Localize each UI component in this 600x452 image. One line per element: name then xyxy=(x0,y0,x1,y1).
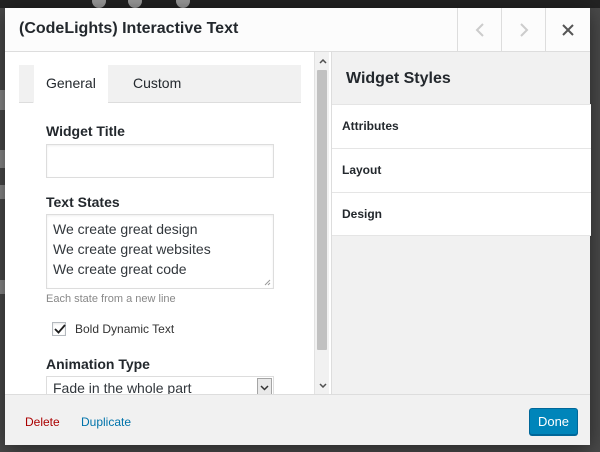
home-icon xyxy=(128,0,142,8)
text-states-label: Text States xyxy=(46,194,120,210)
text-states-textarea[interactable]: We create great design We create great w… xyxy=(46,214,274,289)
previous-button[interactable] xyxy=(457,8,501,51)
widget-styles-title: Widget Styles xyxy=(346,70,451,87)
widget-edit-dialog: (CodeLights) Interactive Text General Cu… xyxy=(5,8,591,445)
widget-title-label: Widget Title xyxy=(46,123,125,139)
duplicate-link[interactable]: Duplicate xyxy=(81,415,131,429)
scrollbar-thumb[interactable] xyxy=(317,70,327,350)
wordpress-icon xyxy=(92,0,106,8)
checkmark-icon xyxy=(54,324,66,334)
style-section-design[interactable]: Design xyxy=(332,192,591,236)
done-button[interactable]: Done xyxy=(529,408,578,435)
tab-custom[interactable]: Custom xyxy=(121,65,193,103)
close-button[interactable] xyxy=(545,8,590,51)
widget-title-input[interactable] xyxy=(46,144,274,178)
plus-icon xyxy=(176,0,190,8)
settings-tabs: General Custom xyxy=(19,65,301,103)
text-state-line: We create great code xyxy=(53,261,187,277)
settings-panel: General Custom Widget Title Text States … xyxy=(5,52,329,394)
chevron-right-icon xyxy=(519,22,528,37)
settings-scrollbar[interactable] xyxy=(314,52,329,394)
animation-type-select[interactable]: Fade in the whole part xyxy=(46,376,274,394)
style-section-layout[interactable]: Layout xyxy=(332,148,591,192)
dialog-title: (CodeLights) Interactive Text xyxy=(19,20,239,37)
delete-link[interactable]: Delete xyxy=(25,415,60,429)
widget-styles-panel: Widget Styles Attributes Layout Design xyxy=(331,52,591,394)
scroll-up-icon[interactable] xyxy=(315,54,330,68)
close-icon xyxy=(562,23,574,36)
chevron-down-icon xyxy=(257,378,272,394)
text-states-hint: Each state from a new line xyxy=(46,293,176,305)
animation-type-value: Fade in the whole part xyxy=(53,380,192,394)
bold-dynamic-label: Bold Dynamic Text xyxy=(75,322,175,336)
style-section-attributes[interactable]: Attributes xyxy=(332,104,591,148)
tab-general[interactable]: General xyxy=(33,65,108,103)
bold-dynamic-checkbox[interactable] xyxy=(52,322,66,336)
chevron-left-icon xyxy=(475,22,484,37)
text-state-line: We create great websites xyxy=(53,241,211,257)
animation-type-label: Animation Type xyxy=(46,356,150,372)
dialog-footer: Delete Duplicate Done xyxy=(5,394,590,445)
dialog-header: (CodeLights) Interactive Text xyxy=(5,8,590,52)
resize-grip-icon[interactable] xyxy=(264,279,271,286)
text-state-line: We create great design xyxy=(53,221,198,237)
scroll-down-icon[interactable] xyxy=(315,378,330,392)
admin-toolbar xyxy=(0,0,600,8)
next-button[interactable] xyxy=(501,8,545,51)
